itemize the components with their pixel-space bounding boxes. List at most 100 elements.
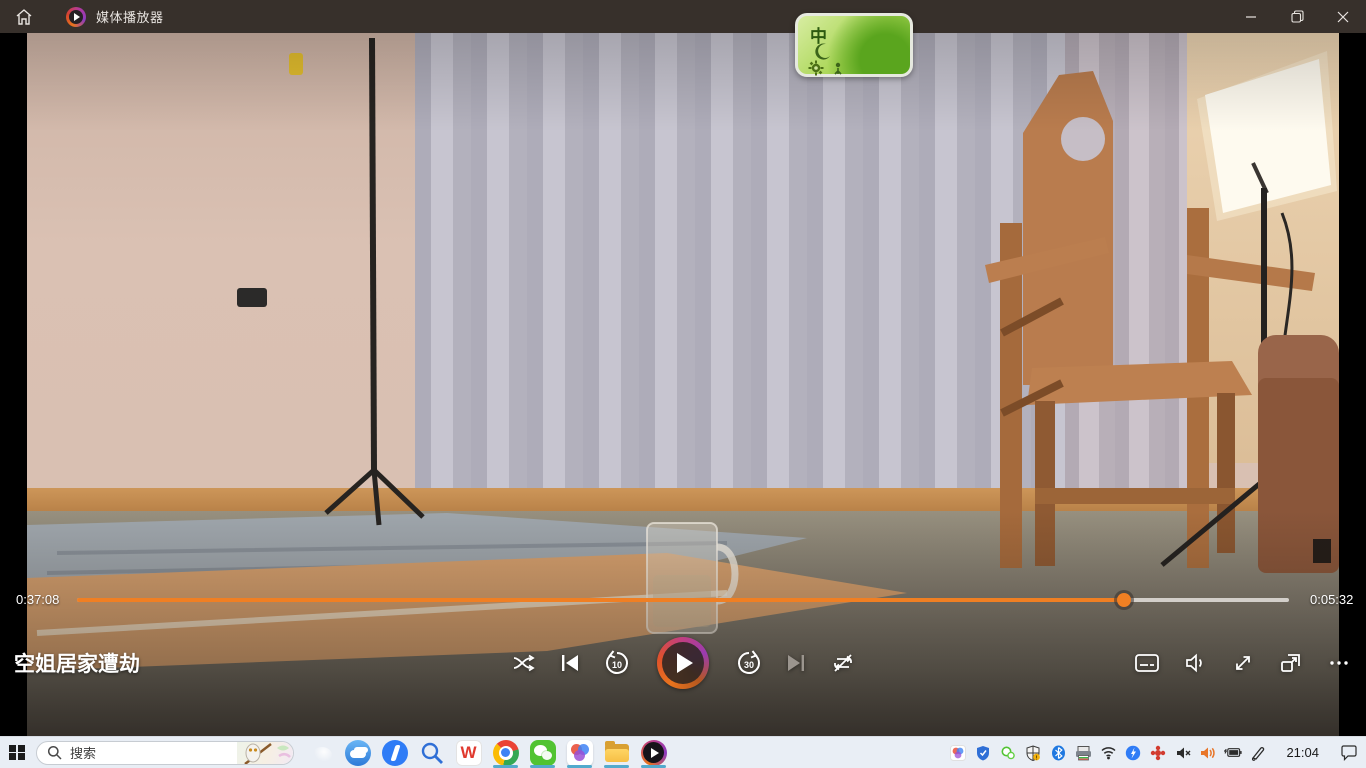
home-icon xyxy=(15,8,33,26)
skip-back-label: 10 xyxy=(612,660,622,670)
video-title: 空姐居家遭劫 xyxy=(14,648,140,678)
seek-bar[interactable] xyxy=(77,598,1289,602)
repeat-off-icon xyxy=(831,651,855,675)
tray-flash[interactable] xyxy=(1124,744,1142,762)
antivirus-cluster-icon xyxy=(1150,745,1166,761)
wechat-icon xyxy=(1000,745,1016,761)
remaining-time: 0:05:32 xyxy=(1310,592,1353,607)
chrome-icon xyxy=(493,740,519,766)
mini-player-icon xyxy=(1278,650,1304,676)
svg-text:!: ! xyxy=(1036,755,1038,761)
printer-icon xyxy=(1075,745,1092,761)
pinned-apps: W xyxy=(302,737,672,768)
search-box[interactable]: 搜索 xyxy=(36,741,294,765)
search-icon xyxy=(47,745,62,760)
play-button[interactable] xyxy=(657,637,709,689)
skip-back-10-button[interactable]: 10 xyxy=(604,650,630,676)
notification-bubble-icon xyxy=(1340,745,1358,761)
captions-button[interactable] xyxy=(1134,650,1160,676)
tray-security-shield[interactable] xyxy=(974,744,992,762)
tray-bluetooth[interactable] xyxy=(1049,744,1067,762)
app-window: 媒体播放器 xyxy=(0,0,1366,768)
venn-app-icon xyxy=(950,745,966,761)
gear-icon[interactable] xyxy=(808,60,824,76)
volume-button[interactable] xyxy=(1182,650,1208,676)
taskbar-app-wechat[interactable] xyxy=(524,737,561,768)
skip-forward-30-button[interactable]: 30 xyxy=(736,650,762,676)
seek-bar-fill xyxy=(77,598,1124,602)
taskbar-app-chrome[interactable] xyxy=(487,737,524,768)
close-button[interactable] xyxy=(1320,0,1366,33)
taskbar-app-cloud[interactable] xyxy=(339,737,376,768)
taskbar-app-wps[interactable]: W xyxy=(450,737,487,768)
taskbar-app-venn[interactable] xyxy=(561,737,598,768)
fullscreen-button[interactable] xyxy=(1230,650,1256,676)
tray-volume-orange[interactable] xyxy=(1199,744,1217,762)
moon-icon[interactable] xyxy=(814,42,832,60)
seek-thumb[interactable] xyxy=(1117,593,1131,607)
ime-widget[interactable]: 中 xyxy=(795,13,913,77)
security-shield-icon xyxy=(975,745,991,761)
fullscreen-icon xyxy=(1231,651,1255,675)
running-indicator xyxy=(604,765,629,768)
system-tray: ! xyxy=(949,737,1366,768)
previous-icon xyxy=(559,652,581,674)
wps-icon: W xyxy=(456,740,482,766)
restore-button[interactable] xyxy=(1274,0,1320,33)
tray-battery[interactable] xyxy=(1224,744,1242,762)
elapsed-time: 0:37:08 xyxy=(16,592,59,607)
person-help-icon[interactable] xyxy=(832,62,844,76)
captions-icon xyxy=(1134,650,1160,676)
minimize-button[interactable] xyxy=(1228,0,1274,33)
next-button[interactable] xyxy=(783,650,809,676)
wifi-icon xyxy=(1100,745,1117,760)
tray-defender-alert[interactable]: ! xyxy=(1024,744,1042,762)
tray-pen[interactable] xyxy=(1249,744,1267,762)
repeat-off-button[interactable] xyxy=(830,650,856,676)
right-controls xyxy=(1134,630,1352,696)
file-explorer-icon xyxy=(604,740,630,766)
taskbar-app-edge[interactable] xyxy=(302,737,339,768)
transport-controls: 空姐居家遭劫 10 xyxy=(0,630,1366,696)
edge-icon xyxy=(308,740,334,766)
shuffle-button[interactable] xyxy=(510,650,536,676)
tray-volume-muted[interactable] xyxy=(1174,744,1192,762)
tray-wechat[interactable] xyxy=(999,744,1017,762)
restore-icon xyxy=(1291,10,1304,23)
previous-button[interactable] xyxy=(557,650,583,676)
play-icon xyxy=(677,653,693,673)
wechat-icon xyxy=(530,740,556,766)
tray-wifi[interactable] xyxy=(1099,744,1117,762)
search-placeholder: 搜索 xyxy=(70,743,237,762)
center-controls: 10 30 xyxy=(510,630,856,696)
search-tool-icon xyxy=(420,741,444,765)
taskbar-clock[interactable]: 21:04 xyxy=(1286,745,1319,760)
taskbar-app-media-player[interactable] xyxy=(635,737,672,768)
pen-icon xyxy=(1250,745,1266,761)
shuffle-icon xyxy=(511,651,535,675)
media-player-logo-icon xyxy=(66,7,86,27)
home-button[interactable] xyxy=(0,0,48,33)
tray-antivirus-cluster[interactable] xyxy=(1149,744,1167,762)
battery-charging-icon xyxy=(1224,746,1242,759)
notification-center-button[interactable] xyxy=(1336,737,1362,768)
more-options-button[interactable] xyxy=(1326,650,1352,676)
windows-logo-icon xyxy=(9,745,25,761)
venn-app-icon xyxy=(567,740,593,766)
flash-app-icon xyxy=(1125,745,1141,761)
tray-printer[interactable] xyxy=(1074,744,1092,762)
running-indicator xyxy=(641,765,666,768)
bluetooth-icon xyxy=(1051,745,1066,761)
search-highlight-image[interactable] xyxy=(237,742,293,764)
tray-venn-app[interactable] xyxy=(949,744,967,762)
flash-app-icon xyxy=(382,740,408,766)
taskbar-app-flash[interactable] xyxy=(376,737,413,768)
taskbar-app-explorer[interactable] xyxy=(598,737,635,768)
mini-player-button[interactable] xyxy=(1278,650,1304,676)
volume-muted-icon xyxy=(1175,745,1191,761)
taskbar-app-search-tool[interactable] xyxy=(413,737,450,768)
taskbar: 搜索 xyxy=(0,736,1366,768)
start-button[interactable] xyxy=(0,737,34,768)
titlebar: 媒体播放器 xyxy=(0,0,1366,33)
defender-alert-icon: ! xyxy=(1025,745,1041,761)
